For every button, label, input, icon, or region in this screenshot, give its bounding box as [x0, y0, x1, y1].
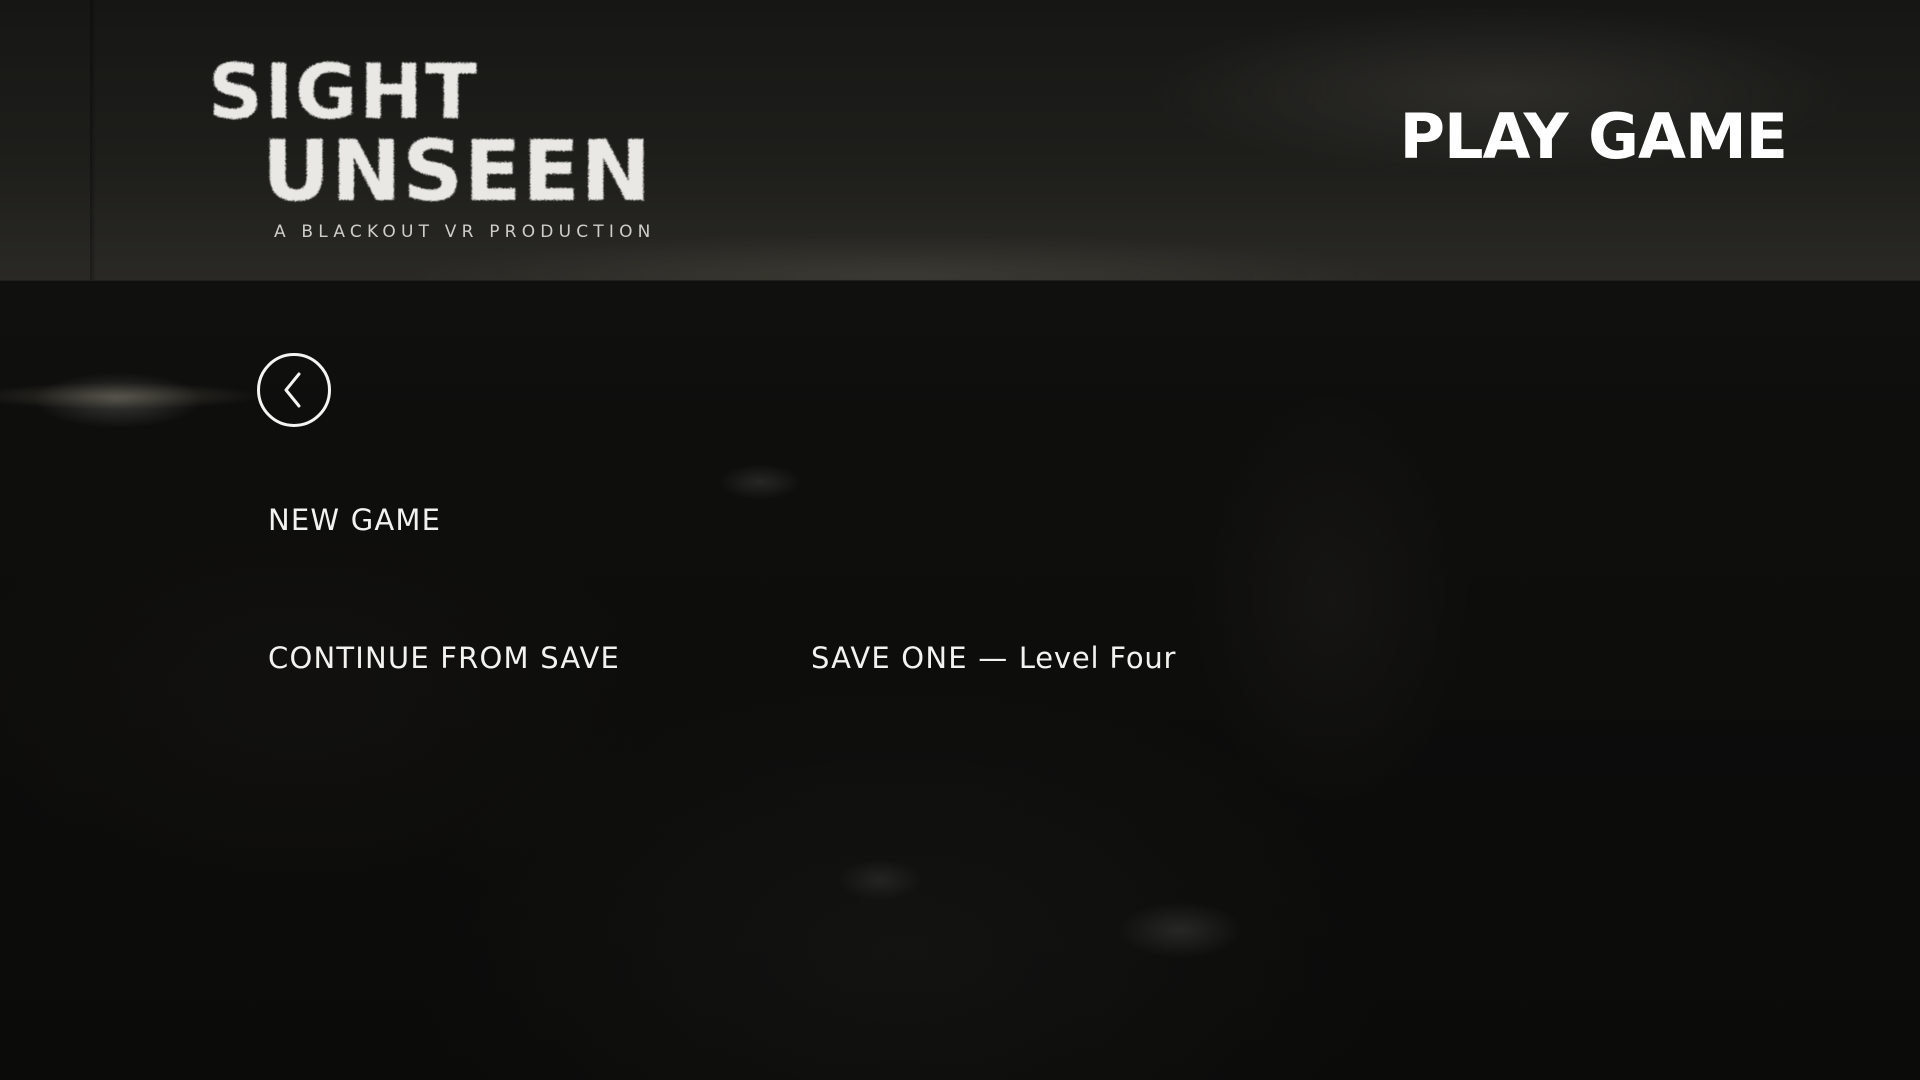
lamp-glow: [0, 383, 260, 409]
save-slot-separator: —: [978, 641, 1019, 675]
chevron-left-icon: [284, 372, 301, 408]
logo-wordmark: SIGHT UNSEEN: [208, 47, 646, 213]
header-bar: SIGHT UNSEEN A BLACKOUT VR PRODUCTION PL…: [0, 0, 1920, 281]
back-button[interactable]: [257, 353, 331, 427]
play-game-screen: SIGHT UNSEEN A BLACKOUT VR PRODUCTION PL…: [0, 0, 1920, 1080]
logo-line-unseen: UNSEEN: [262, 122, 646, 213]
page-title: PLAY GAME: [1399, 100, 1788, 173]
save-slot-one[interactable]: SAVE ONE — Level Four: [811, 641, 1176, 675]
save-slot-name: SAVE ONE: [811, 641, 968, 675]
new-game-button[interactable]: NEW GAME: [268, 503, 441, 537]
header-shadow: [90, 0, 96, 280]
save-slot-level: Level Four: [1018, 641, 1177, 675]
game-logo: SIGHT UNSEEN A BLACKOUT VR PRODUCTION: [206, 38, 650, 248]
continue-from-save-button[interactable]: CONTINUE FROM SAVE: [268, 641, 620, 675]
logo-tagline: A BLACKOUT VR PRODUCTION: [274, 222, 656, 242]
